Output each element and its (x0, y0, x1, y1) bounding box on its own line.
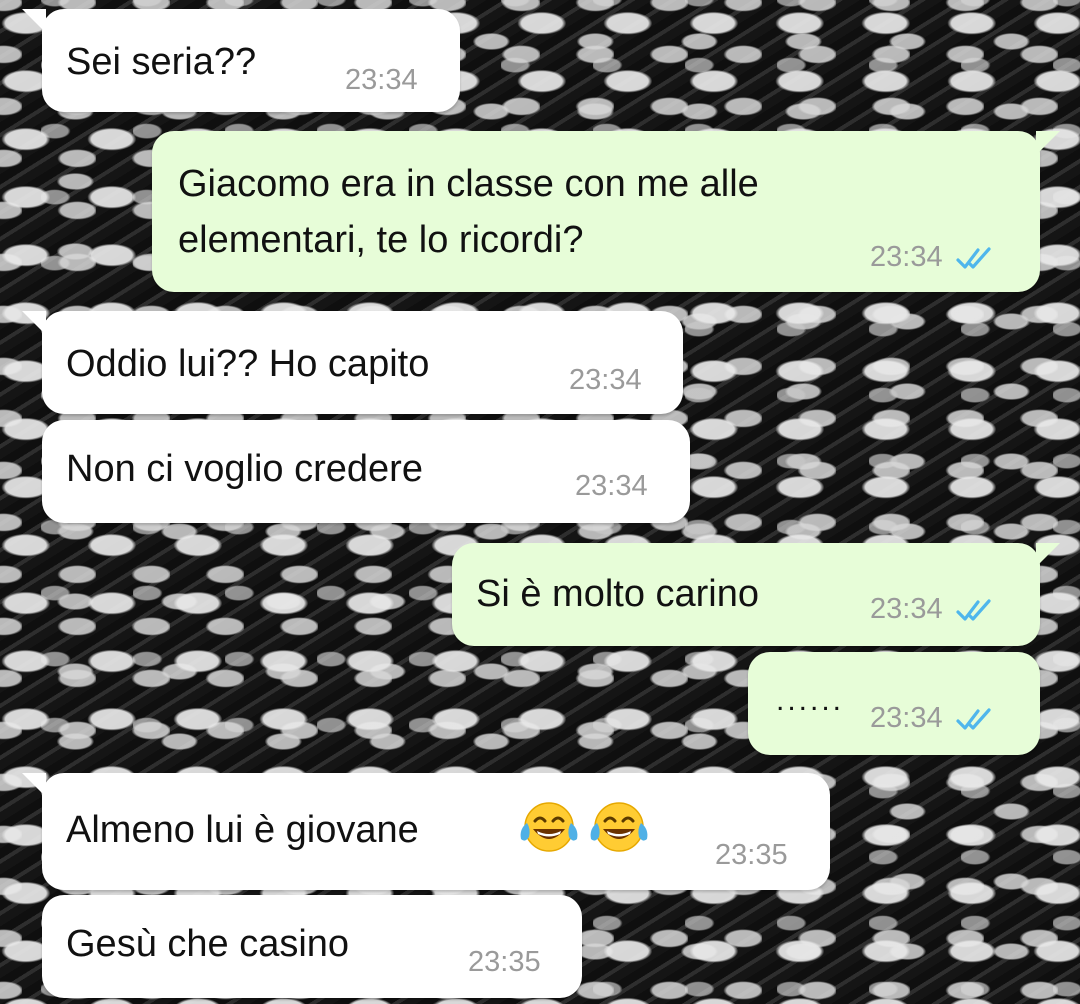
message-timestamp: 23:34 (345, 64, 418, 97)
message-bubble-outgoing[interactable]: ...... 23:34 (748, 652, 1040, 755)
message-bubble-incoming[interactable]: Non ci voglio credere 23:34 (42, 420, 690, 523)
time-label: 23:34 (569, 364, 642, 396)
time-label: 23:34 (870, 702, 943, 734)
message-timestamp: 23:34 (569, 364, 642, 397)
message-bubble-outgoing[interactable]: Giacomo era in classe con me alle elemen… (152, 131, 1060, 292)
face-with-tears-of-joy-icon (589, 801, 649, 853)
time-label: 23:34 (575, 470, 648, 502)
time-label: 23:35 (715, 839, 788, 871)
bubble-tail (22, 9, 46, 33)
double-check-icon (955, 246, 991, 269)
bubble-tail (22, 773, 46, 797)
message-timestamp: 23:35 (468, 946, 541, 979)
message-text-line-1: Giacomo era in classe con me alle (178, 163, 759, 205)
message-timestamp: 23:34 (575, 470, 648, 503)
face-with-tears-of-joy-icon (519, 801, 579, 853)
message-text: Gesù che casino (66, 923, 350, 965)
time-label: 23:34 (870, 593, 943, 625)
message-bubble-incoming[interactable]: Gesù che casino 23:35 (42, 895, 582, 998)
bubble-tail (22, 311, 46, 335)
message-timestamp: 23:35 (715, 839, 788, 872)
message-text-line-2: elementari, te lo ricordi? (178, 219, 584, 261)
message-text: ...... (776, 684, 845, 717)
message-bubble-incoming[interactable]: Almeno lui è giovane 23:35 (22, 773, 830, 890)
message-timestamp: 23:34 (870, 593, 995, 626)
time-label: 23:34 (345, 64, 418, 96)
time-label: 23:34 (870, 241, 943, 273)
bubble-tail (1036, 131, 1060, 155)
message-text: Non ci voglio credere (66, 448, 423, 490)
message-bubble-outgoing[interactable]: Si è molto carino 23:34 (452, 543, 1060, 646)
message-text: Sei seria?? (66, 41, 257, 83)
message-timestamp: 23:34 (870, 241, 995, 274)
double-check-icon (955, 598, 991, 621)
time-label: 23:35 (468, 946, 541, 978)
message-text: Oddio lui?? Ho capito (66, 343, 430, 385)
message-text: Si è molto carino (476, 573, 760, 615)
message-timestamp: 23:34 (870, 702, 995, 735)
bubble-tail (1036, 543, 1060, 567)
message-text: Almeno lui è giovane (66, 809, 419, 851)
message-bubble-incoming[interactable]: Sei seria?? 23:34 (22, 9, 460, 112)
message-bubble-incoming[interactable]: Oddio lui?? Ho capito 23:34 (22, 311, 683, 414)
double-check-icon (955, 707, 991, 730)
